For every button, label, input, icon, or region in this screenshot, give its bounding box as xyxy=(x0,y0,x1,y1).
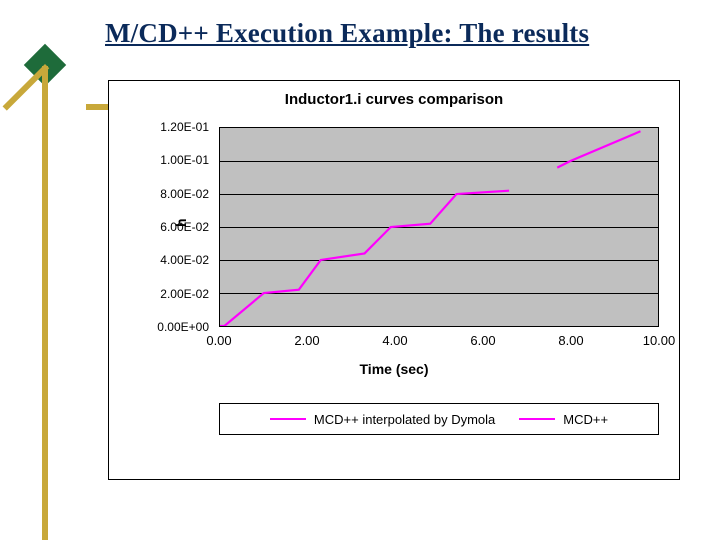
chart-svg xyxy=(220,128,658,326)
legend: MCD++ interpolated by Dymola MCD++ xyxy=(219,403,659,435)
chart-title: Inductor1.i curves comparison xyxy=(109,91,679,108)
y-tick-label: 4.00E-02 xyxy=(160,253,209,267)
legend-item-1: MCD++ xyxy=(519,412,608,427)
x-tick-label: 10.00 xyxy=(643,333,676,348)
chart-container: Inductor1.i curves comparison 0.00E+00 2… xyxy=(108,80,680,480)
x-tick-label: 4.00 xyxy=(382,333,407,348)
x-tick-label: 0.00 xyxy=(206,333,231,348)
x-axis-ticks: 0.00 2.00 4.00 6.00 8.00 10.00 xyxy=(219,333,659,353)
accent-bar-vertical xyxy=(42,66,48,540)
y-tick-label: 8.00E-02 xyxy=(160,187,209,201)
y-axis-ticks: 0.00E+00 2.00E-02 4.00E-02 6.00E-02 8.00… xyxy=(139,127,213,327)
y-tick-label: 2.00E-02 xyxy=(160,287,209,301)
legend-swatch xyxy=(270,418,306,420)
series-line-1 xyxy=(557,131,640,167)
x-tick-label: 8.00 xyxy=(558,333,583,348)
slide-accent-rail xyxy=(18,0,73,540)
x-tick-label: 2.00 xyxy=(294,333,319,348)
y-tick-label: 1.20E-01 xyxy=(160,120,209,134)
legend-label: MCD++ interpolated by Dymola xyxy=(314,412,495,427)
y-axis-label: h xyxy=(173,216,189,227)
y-tick-label: 1.00E-01 xyxy=(160,153,209,167)
legend-swatch xyxy=(519,418,555,420)
series-line-0 xyxy=(220,191,509,326)
y-tick-label: 0.00E+00 xyxy=(157,320,209,334)
legend-label: MCD++ xyxy=(563,412,608,427)
legend-item-0: MCD++ interpolated by Dymola xyxy=(270,412,495,427)
x-tick-label: 6.00 xyxy=(470,333,495,348)
plot-area xyxy=(219,127,659,327)
x-axis-label: Time (sec) xyxy=(109,361,679,377)
slide-title: M/CD++ Execution Example: The results xyxy=(105,18,685,49)
